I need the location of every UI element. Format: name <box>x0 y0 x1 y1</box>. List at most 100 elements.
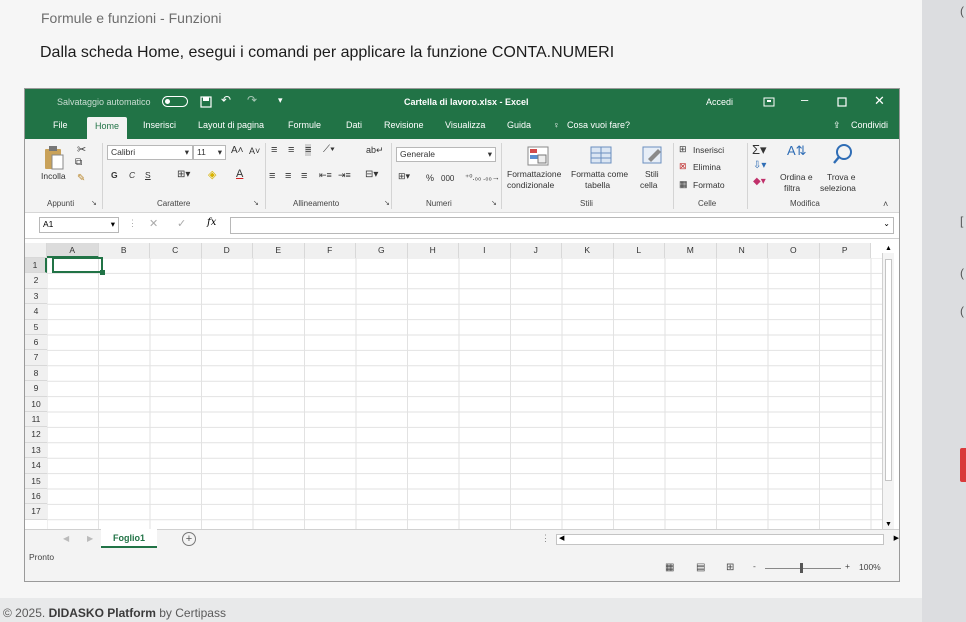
tab-file[interactable]: File <box>53 120 68 130</box>
row-header-12[interactable]: 12 <box>25 427 47 443</box>
zoom-out-button[interactable]: - <box>753 561 756 571</box>
font-name-box[interactable]: Calibri ▾ <box>107 145 193 160</box>
zoom-level[interactable]: 100% <box>859 562 881 572</box>
clipboard-launcher-icon[interactable]: ↘ <box>91 199 97 207</box>
row-header-10[interactable]: 10 <box>25 396 47 412</box>
number-format-box[interactable]: Generale ▾ <box>396 147 496 162</box>
horizontal-scrollbar[interactable]: ◀ ▶ <box>556 534 899 545</box>
autosave-toggle[interactable] <box>162 96 188 107</box>
format-as-table-label2[interactable]: tabella <box>585 180 610 190</box>
format-cells-icon[interactable]: ▦ <box>679 179 688 190</box>
align-right-icon[interactable]: ≡ <box>301 170 307 182</box>
column-header-c[interactable]: C <box>150 243 202 258</box>
share-button[interactable]: Condividi <box>851 120 888 130</box>
conditional-format-icon[interactable] <box>527 145 549 167</box>
column-header-i[interactable]: I <box>459 243 511 258</box>
cancel-entry-icon[interactable]: ✕ <box>149 217 158 230</box>
find-select-icon[interactable] <box>832 143 854 165</box>
maximize-icon[interactable] <box>837 97 847 107</box>
fill-color-icon[interactable]: ◈ <box>208 168 216 181</box>
tab-help[interactable]: Guida <box>507 120 531 130</box>
signin-button[interactable]: Accedi <box>706 97 733 107</box>
align-bottom-icon[interactable]: ≡ <box>305 144 312 156</box>
column-header-g[interactable]: G <box>356 243 408 258</box>
row-header-5[interactable]: 5 <box>25 319 47 335</box>
column-header-b[interactable]: B <box>98 243 150 258</box>
decrease-indent-icon[interactable]: ⇤≡ <box>319 170 332 181</box>
row-header-15[interactable]: 15 <box>25 473 47 489</box>
tab-formulas[interactable]: Formule <box>288 120 321 130</box>
customize-toolbar-icon[interactable]: ▾ <box>278 95 283 106</box>
sheet-tab-foglio1[interactable]: Foglio1 <box>101 529 157 548</box>
sort-filter-icon[interactable]: A⇅ <box>787 143 807 159</box>
conditional-format-label1[interactable]: Formattazione <box>507 169 561 179</box>
decrease-font-icon[interactable]: A˅ <box>249 146 260 156</box>
align-left-icon[interactable]: ≡ <box>269 170 275 182</box>
name-box[interactable]: A1 ▾ <box>39 217 119 233</box>
column-header-l[interactable]: L <box>613 243 665 258</box>
column-header-m[interactable]: M <box>665 243 717 258</box>
increase-decimal-icon[interactable]: ⁺⁰.₀₀ <box>465 173 481 182</box>
orientation-icon[interactable]: ⟋▾ <box>323 144 335 155</box>
font-color-icon[interactable]: A <box>236 168 243 180</box>
row-header-7[interactable]: 7 <box>25 350 47 366</box>
next-sheet-icon[interactable]: ▶ <box>87 534 93 543</box>
accounting-format-icon[interactable]: ⊞▾ <box>398 171 410 182</box>
borders-icon[interactable]: ⊞▾ <box>177 169 190 180</box>
scroll-left-icon[interactable]: ◀ <box>559 534 564 542</box>
tab-home[interactable]: Home <box>87 117 128 139</box>
find-select-label1[interactable]: Trova e <box>827 172 856 182</box>
conditional-format-label2[interactable]: condizionale <box>507 180 554 190</box>
fill-icon[interactable]: ⇩▾ <box>753 160 766 171</box>
cut-icon[interactable]: ✂ <box>77 143 86 156</box>
row-header-13[interactable]: 13 <box>25 442 47 459</box>
decrease-decimal-icon[interactable]: .₀₀→ <box>483 173 500 182</box>
scroll-up-icon[interactable]: ▲ <box>885 245 892 252</box>
bold-button[interactable]: G <box>111 170 118 180</box>
row-header-4[interactable]: 4 <box>25 304 47 320</box>
underline-button[interactable]: S <box>145 170 151 180</box>
vertical-scrollbar[interactable]: ▲ ▼ <box>882 245 894 531</box>
undo-icon[interactable]: ↶ <box>221 93 231 107</box>
normal-view-icon[interactable]: ▦ <box>665 562 674 573</box>
delete-cells-icon[interactable]: ⊠ <box>679 161 687 172</box>
cell-styles-label2[interactable]: cella <box>640 180 657 190</box>
scroll-down-icon[interactable]: ▼ <box>885 521 892 528</box>
side-arrow-icon-2[interactable]: ( <box>960 304 964 318</box>
sort-filter-label2[interactable]: filtra <box>784 183 800 193</box>
redo-icon[interactable]: ↷ <box>247 93 257 107</box>
formula-input[interactable]: ⌄ <box>230 217 894 234</box>
increase-indent-icon[interactable]: ⇥≡ <box>338 170 351 181</box>
column-header-n[interactable]: N <box>716 243 768 258</box>
page-break-view-icon[interactable]: ⊞ <box>726 562 734 573</box>
number-launcher-icon[interactable]: ↘ <box>491 199 497 207</box>
selected-cell-a1[interactable] <box>52 257 103 273</box>
side-arrow-icon[interactable]: ( <box>960 266 964 280</box>
alignment-launcher-icon[interactable]: ↘ <box>384 199 390 207</box>
scroll-right-icon[interactable]: ▶ <box>894 534 899 542</box>
column-header-o[interactable]: O <box>768 243 820 258</box>
align-top-icon[interactable]: ≡ <box>271 144 277 156</box>
row-header-6[interactable]: 6 <box>25 335 47 351</box>
vertical-scroll-thumb[interactable] <box>885 259 892 481</box>
zoom-in-button[interactable]: + <box>845 561 850 571</box>
format-as-table-label1[interactable]: Formatta come <box>571 169 628 179</box>
font-launcher-icon[interactable]: ↘ <box>253 199 259 207</box>
cell-grid[interactable] <box>47 258 882 529</box>
prev-sheet-icon[interactable]: ◀ <box>63 534 69 543</box>
tab-data[interactable]: Dati <box>346 120 362 130</box>
align-middle-icon[interactable]: ≡ <box>288 144 294 156</box>
row-header-3[interactable]: 3 <box>25 288 47 305</box>
tab-page-layout[interactable]: Layout di pagina <box>198 120 264 130</box>
italic-button[interactable]: C <box>129 170 135 180</box>
column-header-j[interactable]: J <box>510 243 562 258</box>
column-header-k[interactable]: K <box>562 243 614 258</box>
insert-cells-button[interactable]: Inserisci <box>693 145 724 155</box>
row-header-14[interactable]: 14 <box>25 458 47 474</box>
cell-styles-icon[interactable] <box>642 145 664 167</box>
column-header-h[interactable]: H <box>407 243 459 258</box>
format-cells-button[interactable]: Formato <box>693 180 725 190</box>
column-header-f[interactable]: F <box>304 243 356 258</box>
paste-icon[interactable] <box>43 145 65 171</box>
side-tab-icon[interactable]: [ <box>960 214 963 228</box>
